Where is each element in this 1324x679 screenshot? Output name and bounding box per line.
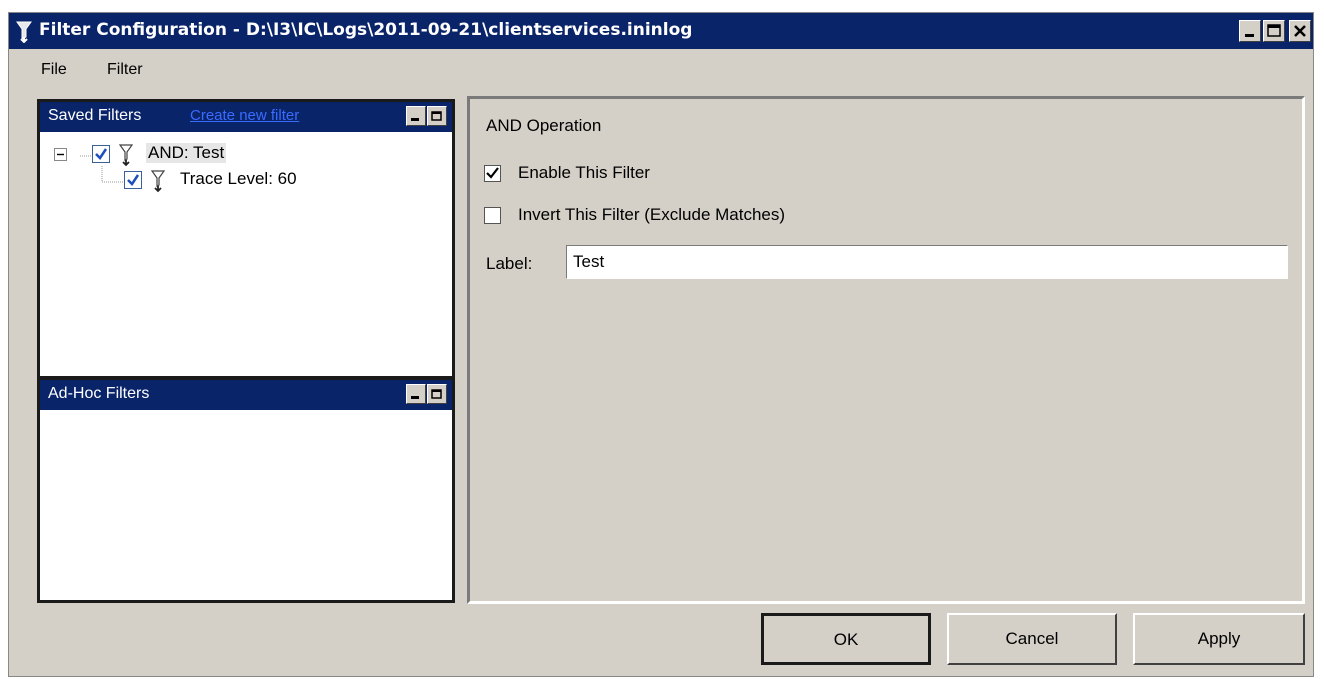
enable-filter-option[interactable]: Enable This Filter bbox=[484, 163, 884, 189]
saved-filters-panel: Saved Filters Create new filter AND: Tes… bbox=[37, 99, 455, 379]
menu-filter[interactable]: Filter bbox=[107, 61, 143, 79]
minimize-icon bbox=[1245, 34, 1254, 37]
adhoc-filters-header: Ad-Hoc Filters bbox=[40, 380, 452, 410]
maximize-button[interactable] bbox=[1263, 20, 1285, 42]
invert-filter-label: Invert This Filter (Exclude Matches) bbox=[518, 205, 786, 224]
invert-filter-option[interactable]: Invert This Filter (Exclude Matches) bbox=[484, 205, 984, 231]
window-title: Filter Configuration - D:\I3\IC\Logs\201… bbox=[39, 20, 693, 40]
checkmark-icon bbox=[486, 167, 499, 179]
adhoc-filters-restore-button[interactable] bbox=[427, 384, 447, 404]
saved-filters-header: Saved Filters Create new filter bbox=[40, 102, 452, 132]
adhoc-filters-window-buttons bbox=[406, 384, 448, 406]
adhoc-filters-panel: Ad-Hoc Filters bbox=[37, 377, 455, 603]
label-caption: Label: bbox=[486, 254, 533, 273]
checkmark-icon bbox=[95, 148, 108, 160]
title-bar[interactable]: Filter Configuration - D:\I3\IC\Logs\201… bbox=[9, 13, 1313, 49]
enable-filter-label: Enable This Filter bbox=[518, 163, 650, 182]
restore-icon bbox=[431, 111, 442, 121]
saved-filters-minimize-button[interactable] bbox=[406, 106, 426, 126]
filter-icon bbox=[118, 144, 134, 167]
apply-button[interactable]: Apply bbox=[1133, 613, 1305, 665]
tree-checkbox[interactable] bbox=[92, 145, 110, 163]
create-filter-link[interactable]: Create new filter bbox=[190, 107, 299, 124]
enable-filter-checkbox[interactable] bbox=[484, 165, 501, 182]
menu-file[interactable]: File bbox=[41, 61, 67, 79]
tree-item-label: AND: Test bbox=[146, 143, 227, 163]
saved-filters-restore-button[interactable] bbox=[427, 106, 447, 126]
cancel-button[interactable]: Cancel bbox=[947, 613, 1117, 665]
filter-configuration-window: Filter Configuration - D:\I3\IC\Logs\201… bbox=[8, 12, 1314, 677]
maximize-icon bbox=[1267, 24, 1281, 37]
filter-icon bbox=[150, 170, 166, 193]
filter-detail-panel: AND Operation Enable This Filter Invert … bbox=[467, 96, 1305, 604]
filter-icon bbox=[16, 21, 32, 43]
adhoc-filters-title: Ad-Hoc Filters bbox=[48, 385, 150, 402]
collapse-icon[interactable] bbox=[54, 148, 68, 162]
menu-bar: File Filter bbox=[9, 49, 1313, 85]
invert-filter-checkbox[interactable] bbox=[484, 207, 501, 224]
ok-button[interactable]: OK bbox=[761, 613, 931, 665]
saved-filters-title: Saved Filters bbox=[48, 107, 142, 124]
minimize-icon bbox=[411, 118, 419, 121]
minimize-button[interactable] bbox=[1239, 20, 1261, 42]
restore-icon bbox=[431, 389, 442, 399]
label-input[interactable] bbox=[566, 245, 1288, 279]
checkmark-icon bbox=[127, 174, 140, 186]
operation-heading: AND Operation bbox=[486, 116, 602, 135]
saved-filters-window-buttons bbox=[406, 106, 448, 128]
tree-checkbox[interactable] bbox=[124, 171, 142, 189]
tree-item-trace-level[interactable]: Trace Level: 60 bbox=[46, 168, 366, 194]
close-button[interactable] bbox=[1289, 20, 1311, 42]
adhoc-filters-minimize-button[interactable] bbox=[406, 384, 426, 404]
minimize-icon bbox=[411, 396, 419, 399]
tree-item-label: Trace Level: 60 bbox=[180, 169, 297, 188]
close-icon bbox=[1294, 25, 1306, 37]
tree-item-and-test[interactable]: AND: Test bbox=[46, 142, 346, 168]
